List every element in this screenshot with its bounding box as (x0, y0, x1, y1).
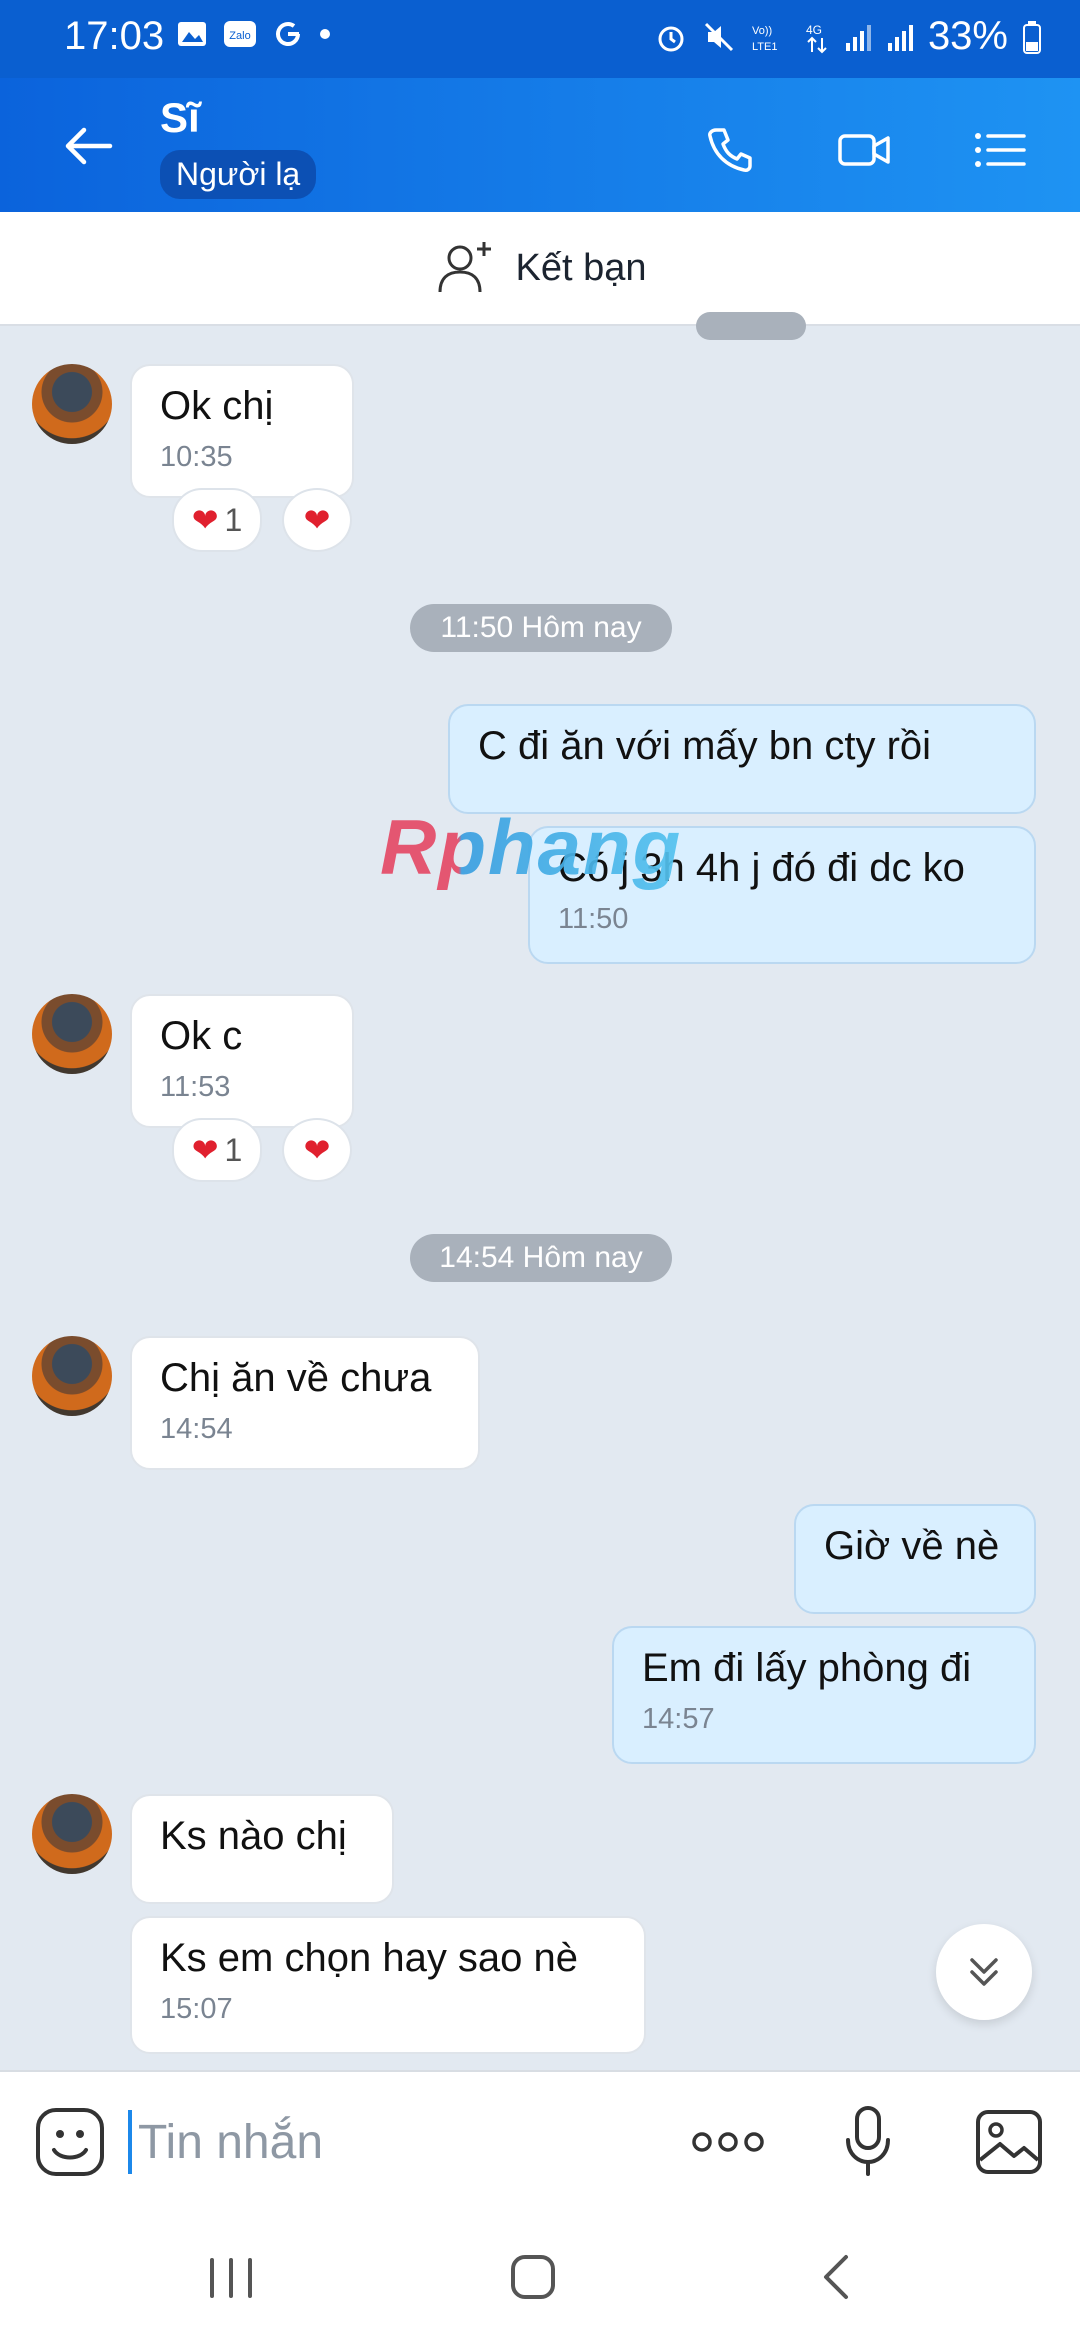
phone-call-icon[interactable] (702, 122, 758, 178)
outgoing-message[interactable]: Em đi lấy phòng đi 14:57 (612, 1626, 1036, 1764)
incoming-message[interactable]: Ok c 11:53 (130, 994, 354, 1128)
recent-apps-icon[interactable] (206, 2256, 256, 2300)
stranger-badge: Người lạ (160, 150, 317, 199)
contact-name[interactable]: Sĩ (160, 94, 200, 142)
svg-text:LTE1: LTE1 (752, 41, 777, 53)
signal-icon-2 (887, 24, 913, 51)
battery-percent: 33% (927, 14, 1008, 58)
add-friend-label: Kết bạn (515, 246, 647, 289)
message-time: 14:54 (160, 1413, 233, 1445)
emoji-icon[interactable] (34, 2106, 106, 2178)
reaction-number: 1 (224, 501, 243, 538)
status-time: 17:03 (64, 14, 165, 58)
outgoing-message[interactable]: C đi ăn với mấy bn cty rồi (448, 704, 1036, 814)
message-input-placeholder: Tin nhắn (138, 2115, 324, 2169)
date-pill: 11:50 Hôm nay (410, 604, 672, 652)
contact-avatar[interactable] (32, 364, 112, 444)
scroll-to-bottom-button[interactable] (936, 1924, 1032, 2020)
heart-icon: ❤ (191, 502, 219, 538)
incoming-message[interactable]: Ks nào chị (130, 1794, 394, 1904)
watermark-logo: Rphang (380, 803, 683, 891)
message-text: Giờ về nè (824, 1524, 1000, 1568)
contact-avatar[interactable] (32, 1794, 112, 1874)
heart-icon: ❤ (191, 1132, 219, 1168)
contact-avatar[interactable] (32, 994, 112, 1074)
status-right: Vo)) LTE1 4G 33% (654, 14, 1042, 59)
message-time: 15:07 (160, 1993, 233, 2025)
video-call-icon[interactable] (836, 122, 892, 178)
status-bar: 17:03 Zalo Vo)) LTE1 4G 33% (0, 0, 1080, 78)
mute-icon (704, 22, 733, 51)
outgoing-message[interactable]: Giờ về nè (794, 1504, 1036, 1614)
4g-icon: 4G (806, 23, 827, 53)
react-heart-button[interactable]: ❤ (282, 488, 352, 552)
image-gallery-icon[interactable] (974, 2108, 1044, 2176)
lte-icon: Vo)) LTE1 (752, 25, 777, 53)
options-list-icon[interactable] (972, 122, 1028, 178)
reaction-count[interactable]: ❤ 1 (172, 1118, 262, 1182)
more-options-icon[interactable] (688, 2122, 768, 2162)
add-user-icon (438, 242, 491, 293)
message-text: Em đi lấy phòng đi (642, 1646, 972, 1690)
svg-text:4G: 4G (806, 23, 822, 37)
notification-icons: Zalo (176, 18, 332, 50)
text-caret (128, 2110, 132, 2174)
date-pill-partial (696, 312, 806, 340)
battery-icon (1023, 20, 1041, 54)
g-app-icon (276, 22, 300, 46)
add-friend-button[interactable]: Kết bạn (0, 212, 1080, 326)
message-time: 10:35 (160, 441, 233, 473)
message-input[interactable]: Tin nhắn (128, 2104, 648, 2180)
message-text: Ks nào chị (160, 1814, 347, 1858)
message-time: 11:50 (558, 903, 629, 935)
double-chevron-down-icon (970, 1958, 998, 1986)
chat-header: Sĩ Người lạ (0, 78, 1080, 212)
svg-text:Vo)): Vo)) (752, 25, 772, 37)
home-icon[interactable] (508, 2252, 558, 2302)
message-composer: Tin nhắn (0, 2070, 1080, 2212)
gallery-icon (178, 22, 206, 46)
system-navigation-bar (0, 2210, 1080, 2340)
message-text: Chị ăn về chưa (160, 1356, 432, 1400)
incoming-message[interactable]: Ks em chọn hay sao nè 15:07 (130, 1916, 646, 2054)
incoming-message[interactable]: Chị ăn về chưa 14:54 (130, 1336, 480, 1470)
message-time: 14:57 (642, 1703, 715, 1735)
contact-avatar[interactable] (32, 1336, 112, 1416)
message-text: Ok chị (160, 384, 274, 428)
message-list[interactable]: Ok chị 10:35 ❤ 1 ❤ 11:50 Hôm nay C đi ăn… (0, 312, 1080, 2070)
heart-icon: ❤ (303, 1132, 331, 1168)
react-heart-button[interactable]: ❤ (282, 1118, 352, 1182)
zalo-icon: Zalo (224, 21, 256, 47)
incoming-message[interactable]: Ok chị 10:35 (130, 364, 354, 498)
back-nav-icon[interactable] (816, 2252, 856, 2302)
heart-icon: ❤ (303, 502, 331, 538)
reaction-number: 1 (224, 1131, 243, 1168)
dot-icon (320, 29, 330, 39)
date-pill: 14:54 Hôm nay (410, 1234, 672, 1282)
message-time: 11:53 (160, 1071, 231, 1103)
back-arrow-icon[interactable] (60, 118, 116, 174)
microphone-icon[interactable] (840, 2104, 896, 2180)
reaction-count[interactable]: ❤ 1 (172, 488, 262, 552)
message-text: Ok c (160, 1014, 243, 1058)
message-text: Ks em chọn hay sao nè (160, 1936, 579, 1980)
message-text: C đi ăn với mấy bn cty rồi (478, 724, 932, 768)
alarm-icon (658, 26, 684, 51)
signal-icon (845, 24, 871, 51)
svg-text:Zalo: Zalo (229, 30, 250, 42)
